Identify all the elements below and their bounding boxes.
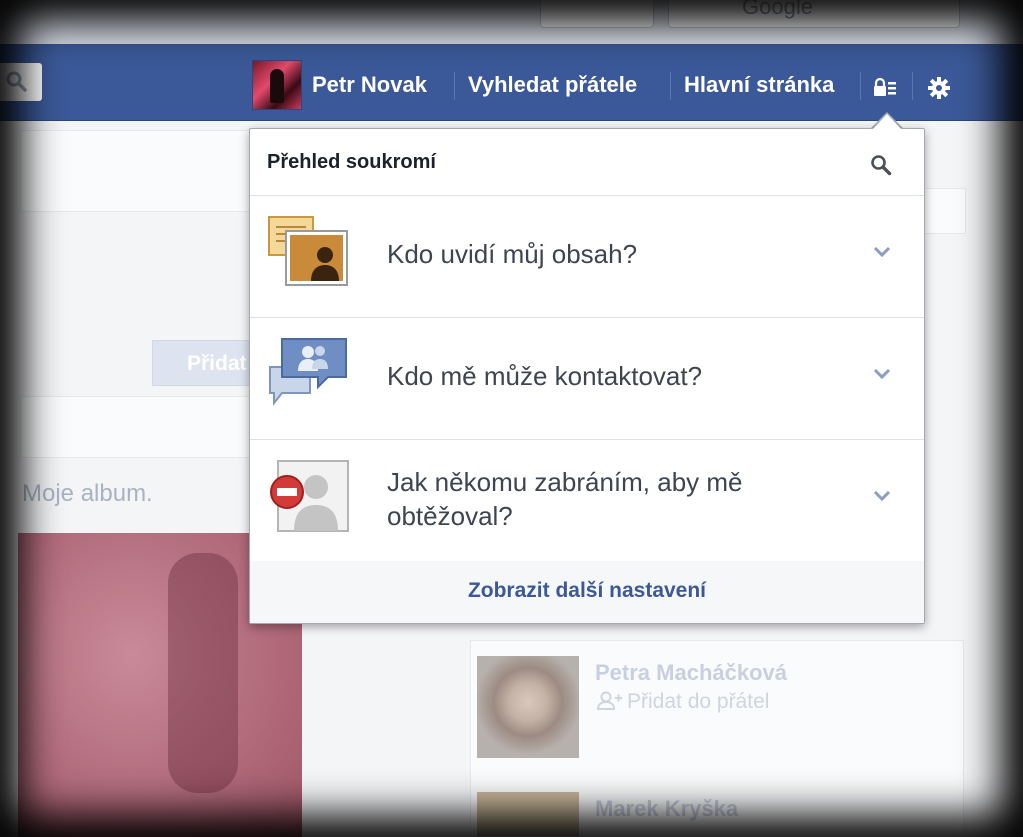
- browser-search-label: Google: [742, 0, 813, 19]
- chevron-down-icon: [873, 246, 891, 258]
- avatar[interactable]: [252, 60, 302, 110]
- friend-name[interactable]: Petra Macháčková: [595, 660, 787, 686]
- privacy-item-block[interactable]: Jak někomu zabráním, aby mě obtěžoval?: [250, 439, 924, 562]
- popup-pointer-fill: [872, 114, 902, 130]
- browser-search-field[interactable]: [668, 0, 960, 28]
- search-input[interactable]: [0, 63, 42, 101]
- profile-link[interactable]: Petr Novak: [312, 72, 427, 98]
- top-navigation-bar: Petr Novak Vyhledat přátele Hlavní strán…: [0, 44, 1023, 121]
- friend-photo[interactable]: [477, 656, 579, 758]
- privacy-item-content[interactable]: Kdo uvidí můj obsah?: [250, 195, 924, 318]
- add-friend-link[interactable]: Přidat do přátel: [595, 690, 769, 714]
- search-icon[interactable]: [870, 154, 892, 176]
- nav-divider: [670, 72, 671, 100]
- background-card: [20, 396, 272, 458]
- contact-icon: [269, 338, 347, 406]
- more-settings-link[interactable]: Zobrazit další nastavení: [250, 579, 924, 603]
- privacy-item-label: Kdo mě může kontaktovat?: [387, 361, 703, 391]
- menu-title: Přehled soukromí: [267, 151, 436, 173]
- content-visibility-icon: [268, 216, 348, 286]
- browser-toolbar: Google: [0, 0, 1023, 44]
- block-user-icon: [270, 460, 349, 532]
- chevron-down-icon: [873, 368, 891, 380]
- add-button[interactable]: Přidat: [152, 340, 262, 386]
- privacy-shortcuts-icon[interactable]: [872, 76, 898, 100]
- background-card: [20, 130, 262, 212]
- privacy-item-contact[interactable]: Kdo mě může kontaktovat?: [250, 317, 924, 440]
- privacy-item-label: Jak někomu zabráním, aby mě obtěžoval?: [387, 467, 743, 531]
- friend-photo[interactable]: [477, 792, 579, 836]
- add-friend-icon: [596, 691, 622, 710]
- home-link[interactable]: Hlavní stránka: [684, 72, 834, 98]
- search-icon: [6, 71, 27, 92]
- privacy-item-label: Kdo uvidí můj obsah?: [387, 239, 638, 269]
- add-friend-label: Přidat do přátel: [627, 690, 770, 713]
- menu-header: Přehled soukromí: [250, 129, 924, 196]
- album-caption: Moje album.: [22, 480, 153, 507]
- nav-divider: [912, 72, 913, 100]
- gear-icon[interactable]: [926, 76, 952, 100]
- privacy-shortcuts-menu: Přehled soukromí Kdo uvidí můj obsah? Kd…: [249, 128, 925, 624]
- find-friends-link[interactable]: Vyhledat přátele: [468, 72, 637, 98]
- chevron-down-icon: [873, 490, 891, 502]
- browser-url-bar[interactable]: [540, 0, 654, 28]
- friend-name[interactable]: Marek Kryška: [595, 796, 738, 822]
- nav-divider: [454, 72, 455, 100]
- menu-footer: Zobrazit další nastavení: [250, 561, 924, 623]
- nav-divider: [860, 72, 861, 100]
- background-card: [920, 188, 966, 234]
- app-window: Google Petr Novak Vyhledat přátele Hlavn…: [0, 0, 1023, 837]
